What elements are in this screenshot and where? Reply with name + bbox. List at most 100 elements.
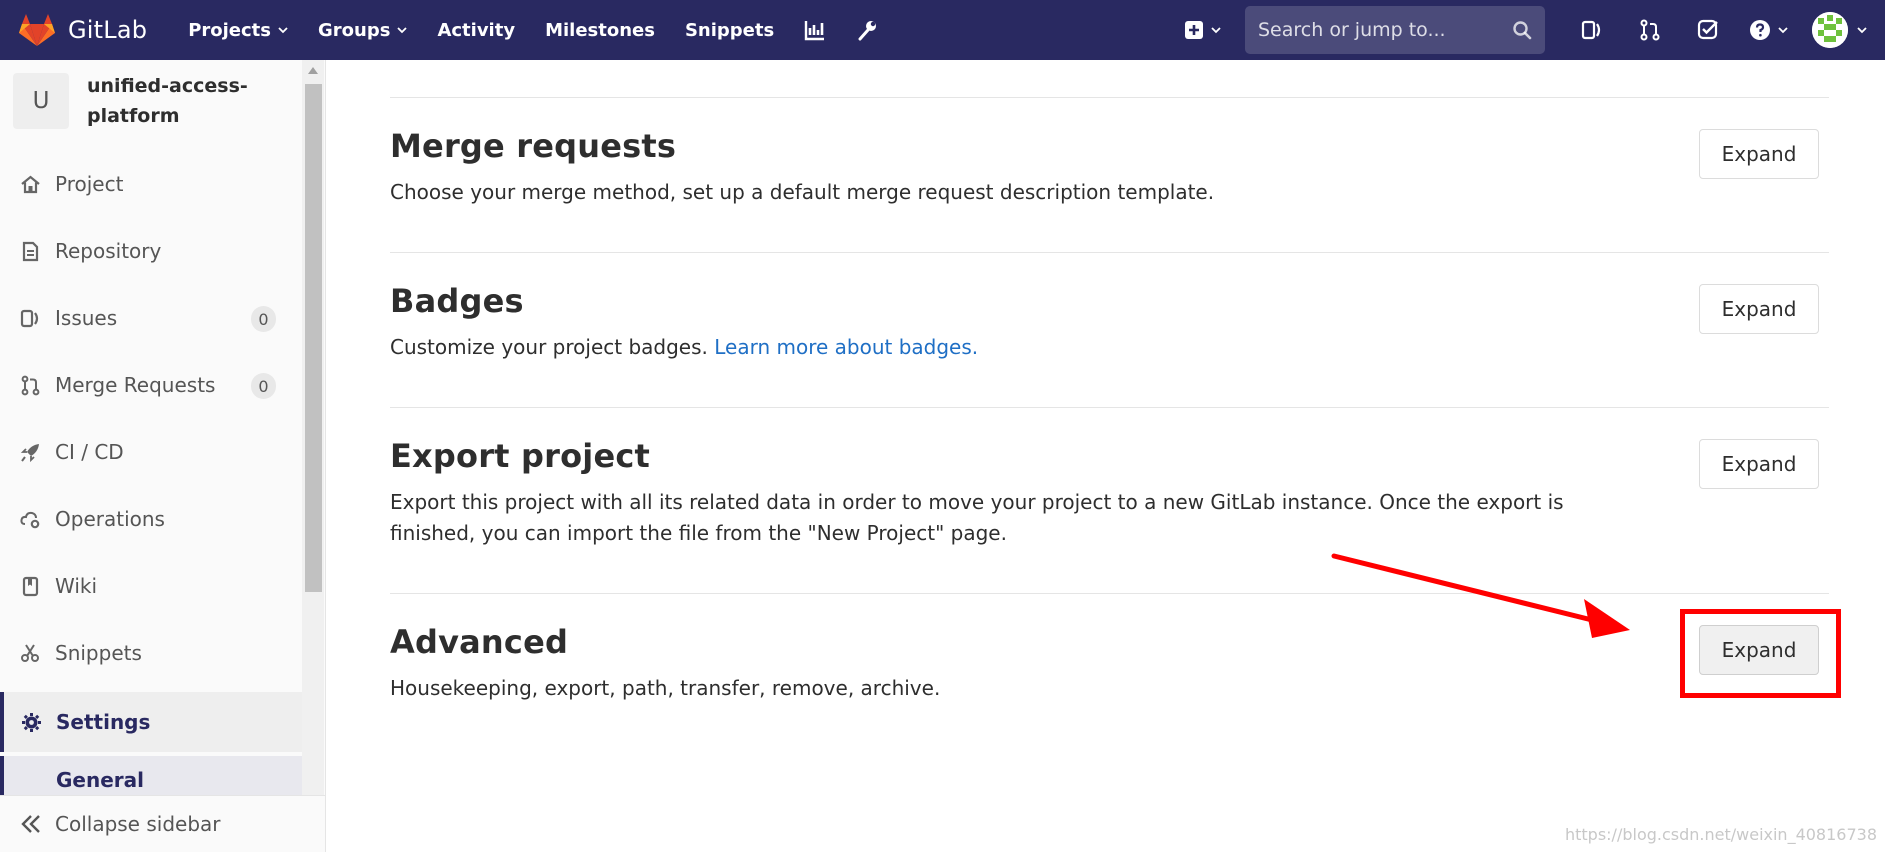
section-description: Customize your project badges. Learn mor…	[390, 332, 978, 363]
search-icon	[1513, 21, 1532, 40]
annotation-arrow-icon	[1331, 553, 1630, 638]
sidebar-item-label: Project	[55, 172, 124, 196]
nav-activity[interactable]: Activity	[422, 0, 530, 60]
search-box	[1245, 6, 1545, 54]
chevron-down-icon	[1211, 27, 1221, 34]
sidebar-item-settings[interactable]: Settings	[0, 692, 302, 752]
rocket-icon	[20, 443, 39, 462]
sidebar-item-label: Repository	[55, 239, 162, 263]
collapse-sidebar-label: Collapse sidebar	[55, 812, 221, 836]
section-merge-requests: Merge requests Choose your merge method,…	[390, 97, 1829, 252]
project-name: unified-access-platform	[87, 75, 248, 127]
nav-milestones-label: Milestones	[545, 19, 655, 41]
nav-activity-label: Activity	[437, 19, 516, 41]
navbar-right	[1170, 0, 1885, 60]
gear-icon	[22, 712, 41, 732]
sidebar-item-project[interactable]: Project	[0, 156, 302, 212]
section-title: Export project	[390, 437, 651, 475]
issues-count-badge: 0	[251, 306, 276, 332]
nav-groups-label: Groups	[318, 19, 391, 41]
scroll-up-arrow-icon[interactable]	[302, 66, 324, 76]
brand-name: GitLab	[68, 16, 148, 44]
section-description-text: Customize your project badges.	[390, 335, 715, 359]
nav-admin-button[interactable]	[841, 0, 893, 60]
chart-icon	[805, 21, 825, 41]
expand-badges-button[interactable]: Expand	[1699, 284, 1819, 334]
nav-groups[interactable]: Groups	[303, 0, 422, 60]
double-chevron-left-icon	[21, 815, 40, 833]
sidebar-item-snippets[interactable]: Snippets	[0, 625, 302, 681]
home-icon	[21, 175, 40, 193]
sidebar-item-wiki[interactable]: Wiki	[0, 558, 302, 614]
sidebar-scrollbar[interactable]	[302, 60, 324, 795]
settings-main-content: Merge requests Choose your merge method,…	[326, 60, 1885, 852]
section-description: Choose your merge method, set up a defau…	[390, 180, 1215, 204]
sidebar-item-label: Snippets	[55, 641, 142, 665]
sidebar-item-label: Settings	[56, 710, 151, 734]
sidebar-scroll-thumb[interactable]	[305, 84, 322, 592]
help-icon	[1750, 20, 1770, 40]
nav-projects-label: Projects	[188, 19, 272, 41]
section-description: Housekeeping, export, path, transfer, re…	[390, 676, 941, 700]
search-input[interactable]	[1258, 19, 1512, 41]
sidebar-item-label: CI / CD	[55, 440, 124, 464]
nav-merge-requests-button[interactable]	[1621, 0, 1679, 60]
todo-icon	[1697, 19, 1718, 40]
gitlab-home-link[interactable]: GitLab	[18, 0, 147, 60]
chevron-down-icon	[397, 27, 408, 34]
new-item-dropdown[interactable]	[1170, 0, 1235, 60]
help-dropdown[interactable]	[1737, 0, 1800, 60]
collapse-sidebar-button[interactable]: Collapse sidebar	[0, 795, 325, 852]
chevron-down-icon	[1857, 27, 1867, 34]
sidebar-item-label: Wiki	[55, 574, 98, 598]
annotation-highlight-box	[1680, 609, 1841, 698]
plus-square-icon	[1185, 21, 1203, 39]
avatar	[1812, 12, 1848, 48]
nav-milestones[interactable]: Milestones	[530, 0, 670, 60]
sidebar-subitem-general[interactable]: General	[0, 756, 302, 795]
merge-request-icon	[21, 375, 40, 395]
nav-chart-button[interactable]	[789, 0, 841, 60]
nav-issues-button[interactable]	[1563, 0, 1621, 60]
cloud-gear-icon	[20, 511, 40, 528]
issues-icon	[1581, 20, 1601, 40]
top-navbar: GitLab Projects Groups Activity Mileston…	[0, 0, 1885, 60]
sidebar-item-ci-cd[interactable]: CI / CD	[0, 424, 302, 480]
watermark: https://blog.csdn.net/weixin_40816738	[1564, 825, 1877, 844]
section-title: Advanced	[390, 623, 569, 661]
nav-todos-button[interactable]	[1679, 0, 1737, 60]
chevron-down-icon	[278, 27, 288, 34]
sidebar-project-header[interactable]: U unified-access-platform	[0, 60, 302, 150]
project-sidebar: U unified-access-platform Project Reposi…	[0, 60, 326, 852]
gitlab-logo-icon	[19, 14, 55, 46]
chevron-down-icon	[1778, 27, 1788, 34]
sidebar-item-operations[interactable]: Operations	[0, 491, 302, 547]
identicon-icon	[1812, 12, 1848, 48]
merge-request-icon	[1640, 19, 1660, 41]
nav-snippets-label: Snippets	[684, 19, 775, 41]
learn-more-badges-link[interactable]: Learn more about badges.	[714, 335, 978, 359]
sidebar-item-repository[interactable]: Repository	[0, 223, 302, 279]
issues-icon	[20, 309, 39, 327]
sidebar-item-label: Operations	[55, 507, 165, 531]
wrench-icon	[858, 21, 877, 41]
merge-requests-count-badge: 0	[251, 373, 276, 399]
section-description: Export this project with all its related…	[390, 490, 1564, 545]
project-avatar: U	[13, 73, 69, 129]
sidebar-item-merge-requests[interactable]: Merge Requests 0	[0, 357, 302, 413]
scissors-icon	[21, 643, 39, 662]
section-title: Badges	[390, 282, 524, 320]
expand-merge-requests-button[interactable]: Expand	[1699, 129, 1819, 179]
nav-snippets[interactable]: Snippets	[670, 0, 789, 60]
sidebar-scroll-area: U unified-access-platform Project Reposi…	[0, 60, 302, 795]
doc-icon	[22, 241, 39, 261]
expand-export-project-button[interactable]: Expand	[1699, 439, 1819, 489]
user-menu-dropdown[interactable]	[1800, 0, 1885, 60]
sidebar-item-label: Issues	[55, 306, 118, 330]
section-title: Merge requests	[390, 127, 677, 165]
nav-projects[interactable]: Projects	[173, 0, 303, 60]
sidebar-item-label: Merge Requests	[55, 373, 216, 397]
sidebar-item-issues[interactable]: Issues 0	[0, 290, 302, 346]
section-badges: Badges Customize your project badges. Le…	[390, 252, 1829, 407]
book-icon	[22, 576, 39, 596]
